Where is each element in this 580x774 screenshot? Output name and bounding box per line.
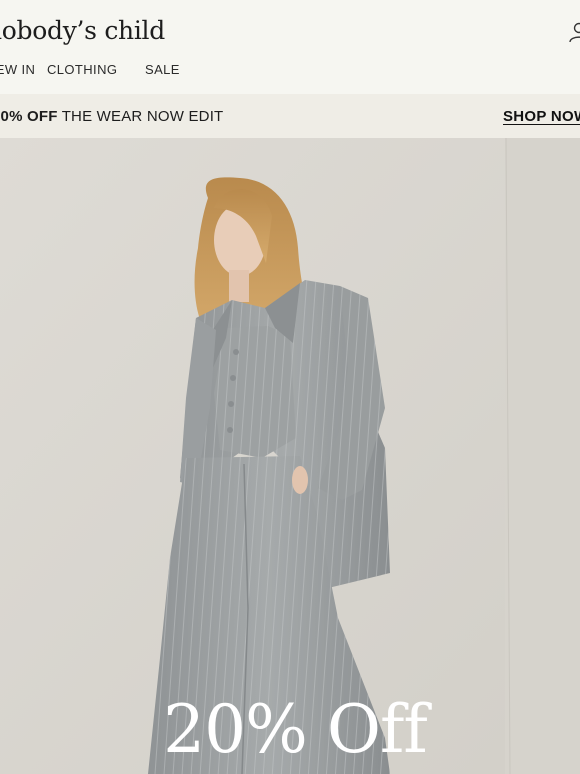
nav-sale[interactable]: SALE [145,62,180,77]
nav-clothing[interactable]: CLOTHING [47,62,117,77]
user-icon[interactable] [567,20,580,44]
shop-now-link[interactable]: SHOP NOW [503,108,580,125]
promo-discount: 20% OFF [0,108,58,125]
nav-new-in[interactable]: NEW IN [0,62,35,77]
site-header: nobody’s child NEW IN CLOTHING SALE [0,0,580,94]
promo-message: 20% OFF THE WEAR NOW EDIT [0,108,223,125]
promo-text: THE WEAR NOW EDIT [57,108,224,125]
brand-logo[interactable]: nobody’s child [0,16,165,45]
hero-banner[interactable]: 20% Off [0,138,580,774]
promo-bar: 20% OFF THE WEAR NOW EDIT SHOP NOW [0,94,580,138]
model-photo [0,138,580,774]
hero-caption: 20% Off [163,691,428,768]
